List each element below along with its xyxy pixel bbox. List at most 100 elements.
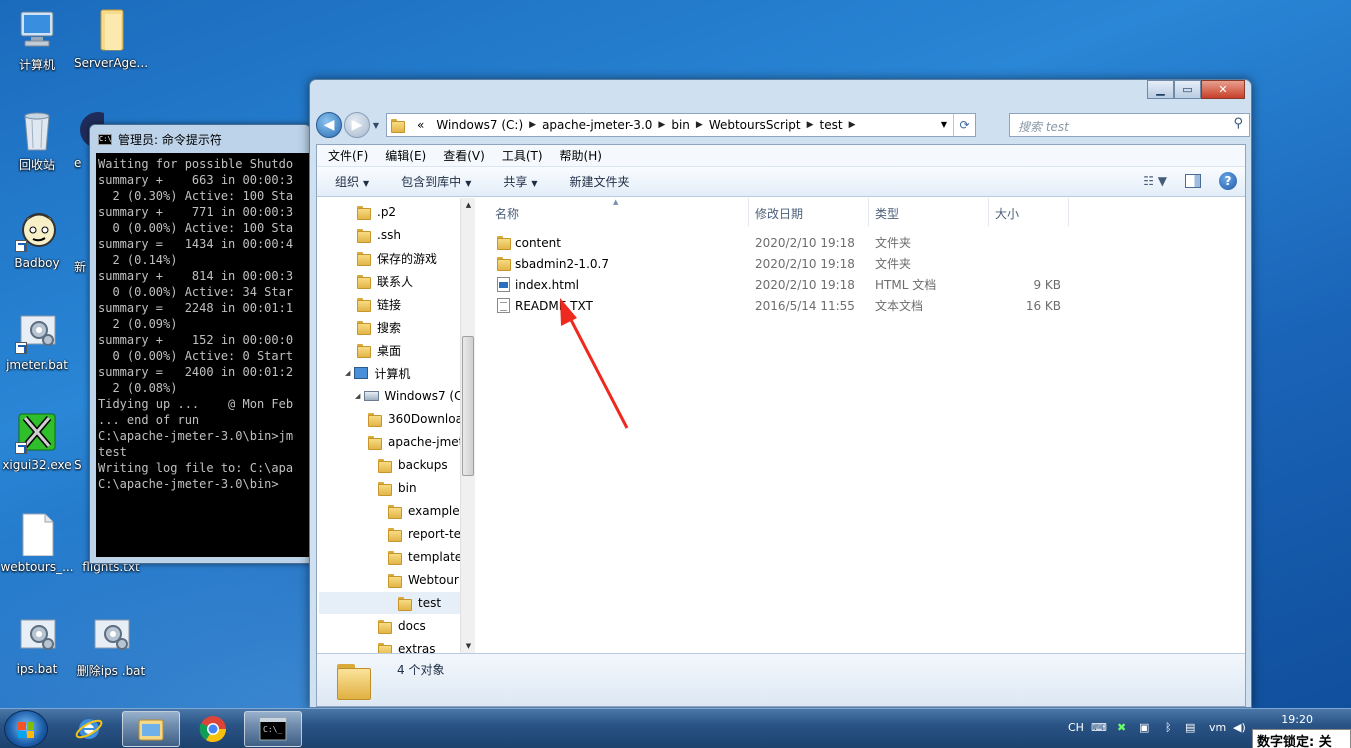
breadcrumb-overflow[interactable]: « [417, 118, 424, 132]
desktop-icon-serveragent[interactable]: ServerAge... [74, 8, 148, 70]
column-header-size[interactable]: 大小 [989, 198, 1069, 226]
column-header-name[interactable]: 名称 ▲ [477, 198, 749, 226]
tree-item-examples[interactable]: example [388, 500, 460, 522]
file-row[interactable]: index.html 2020/2/10 19:18 HTML 文档 9 KB [487, 274, 1067, 295]
menu-tools[interactable]: 工具(T) [491, 147, 549, 164]
clock-time[interactable]: 19:20 [1281, 713, 1313, 726]
start-button[interactable] [4, 710, 48, 748]
breadcrumb-drive[interactable]: Windows7 (C:) [436, 118, 523, 132]
menu-edit[interactable]: 编辑(E) [374, 147, 432, 164]
chevron-right-icon[interactable]: ▶ [529, 120, 536, 130]
clipboard-icon[interactable]: ▣ [1139, 721, 1149, 734]
breadcrumb-test[interactable]: test [820, 118, 843, 132]
file-row[interactable]: content 2020/2/10 19:18 文件夹 [487, 232, 1067, 253]
explorer-window[interactable]: ▁ ▭ ✕ ◀ ▶ ▼ « Windows7 (C:) ▶ apache-jme… [309, 79, 1252, 708]
desktop-icon-delete-ips-bat[interactable]: 删除ips .bat [74, 614, 148, 679]
input-language[interactable]: CH [1068, 721, 1084, 734]
tree-item-bin[interactable]: bin [378, 477, 417, 499]
tree-item-computer[interactable]: ◢ 计算机 [345, 362, 410, 384]
menu-view[interactable]: 查看(V) [432, 147, 491, 164]
new-folder-button[interactable]: 新建文件夹 [552, 173, 644, 190]
desktop-icon-computer[interactable]: 计算机 [0, 8, 74, 73]
address-dropdown[interactable]: ▼ [935, 114, 953, 136]
desktop-icon-webtours[interactable]: webtours_... [0, 512, 74, 574]
tree-item-links[interactable]: 链接 [357, 293, 401, 315]
tree-item-p2[interactable]: .p2 [357, 201, 396, 223]
tree-item-apache-jmeter[interactable]: apache-jmet [368, 431, 463, 453]
recent-pages-dropdown[interactable]: ▼ [370, 121, 382, 130]
cmd-titlebar[interactable]: C:\ 管理员: 命令提示符 [90, 125, 310, 153]
taskbar-explorer[interactable] [122, 711, 180, 747]
keyboard-icon[interactable]: ⌨ [1091, 721, 1107, 734]
menu-help[interactable]: 帮助(H) [549, 147, 608, 164]
tree-item-searches[interactable]: 搜索 [357, 316, 401, 338]
desktop-icon-jmeter-bat[interactable]: jmeter.bat [0, 310, 74, 372]
file-list[interactable]: 名称 ▲ 修改日期 类型 大小 content 2020/2/10 19:18 … [477, 198, 1245, 653]
refresh-icon[interactable]: ⟳ [953, 114, 975, 136]
menu-file[interactable]: 文件(F) [317, 147, 374, 164]
organize-button[interactable]: 组织 ▼ [317, 173, 383, 190]
expand-arrow-icon[interactable]: ◢ [345, 369, 350, 377]
tree-item-backups[interactable]: backups [378, 454, 448, 476]
scroll-up-arrow-icon[interactable]: ▲ [461, 198, 476, 212]
cmd-window[interactable]: C:\ 管理员: 命令提示符 Waiting for possible Shut… [89, 124, 311, 564]
tree-item-drive-c[interactable]: ◢ Windows7 (C: [355, 385, 467, 407]
search-icon[interactable]: ⚲ [1233, 116, 1243, 131]
xigui-tray-icon[interactable]: ✖ [1117, 721, 1126, 734]
bluetooth-icon[interactable]: ᛒ [1165, 721, 1172, 734]
search-input[interactable]: 搜索 test ⚲ [1009, 113, 1250, 137]
maximize-button[interactable]: ▭ [1174, 80, 1201, 99]
folder-icon [391, 118, 405, 133]
minimize-button[interactable]: ▁ [1147, 80, 1174, 99]
tree-item-report-template[interactable]: report-te [388, 523, 461, 545]
preview-pane-icon[interactable] [1185, 174, 1201, 188]
back-button[interactable]: ◀ [316, 112, 342, 138]
tree-item-contacts[interactable]: 联系人 [357, 270, 413, 292]
tree-item-extras[interactable]: extras [378, 638, 436, 653]
taskbar-chrome[interactable] [184, 711, 242, 747]
tree-item-docs[interactable]: docs [378, 615, 426, 637]
close-button[interactable]: ✕ [1201, 80, 1245, 99]
html-file-icon [497, 277, 511, 292]
network-icon[interactable]: ▤ [1185, 721, 1195, 734]
desktop-icon-xigui32[interactable]: xigui32.exe [0, 410, 74, 472]
navigation-pane[interactable]: .p2 .ssh 保存的游戏 联系人 链接 搜索 桌面 ◢ 计算机 ◢ Window… [317, 198, 475, 653]
address-bar[interactable]: « Windows7 (C:) ▶ apache-jmeter-3.0 ▶ bi… [386, 113, 976, 137]
breadcrumb-bin[interactable]: bin [671, 118, 690, 132]
column-header-type[interactable]: 类型 [869, 198, 989, 226]
share-button[interactable]: 共享 ▼ [485, 173, 551, 190]
expand-arrow-icon[interactable]: ◢ [355, 392, 360, 400]
chevron-right-icon[interactable]: ▶ [849, 120, 856, 130]
volume-icon[interactable]: ◀) [1233, 721, 1246, 734]
tree-item-test[interactable]: test [319, 592, 460, 614]
chevron-right-icon[interactable]: ▶ [696, 120, 703, 130]
column-header-date[interactable]: 修改日期 [749, 198, 869, 226]
tree-item-saved-games[interactable]: 保存的游戏 [357, 247, 437, 269]
include-in-library-button[interactable]: 包含到库中 ▼ [383, 173, 485, 190]
tree-item-webtoursscript[interactable]: Webtour [388, 569, 459, 591]
cmd-output[interactable]: Waiting for possible Shutdo summary + 66… [96, 153, 310, 557]
tree-item-desktop[interactable]: 桌面 [357, 339, 401, 361]
tree-item-ssh[interactable]: .ssh [357, 224, 401, 246]
search-placeholder: 搜索 test [1018, 120, 1069, 134]
file-row[interactable]: README.TXT 2016/5/14 11:55 文本文档 16 KB [487, 295, 1067, 316]
taskbar-ie[interactable] [60, 711, 118, 747]
tree-item-360download[interactable]: 360Downloa [368, 408, 463, 430]
view-options-icon[interactable]: ☷ ▼ [1143, 174, 1167, 188]
desktop-icon-recycle-bin[interactable]: 回收站 [0, 108, 74, 173]
chevron-right-icon[interactable]: ▶ [807, 120, 814, 130]
nav-scrollbar[interactable]: ▲ ▼ [460, 198, 475, 653]
taskbar-cmd[interactable]: C:\_ [244, 711, 302, 747]
scroll-down-arrow-icon[interactable]: ▼ [461, 639, 476, 653]
breadcrumb-jmeter[interactable]: apache-jmeter-3.0 [542, 118, 652, 132]
scroll-thumb[interactable] [462, 336, 474, 476]
vmware-icon[interactable]: vm [1209, 721, 1226, 734]
forward-button[interactable]: ▶ [344, 112, 370, 138]
help-icon[interactable]: ? [1219, 172, 1237, 190]
desktop-icon-ips-bat[interactable]: ips.bat [0, 614, 74, 676]
chevron-right-icon[interactable]: ▶ [658, 120, 665, 130]
tree-item-templates[interactable]: template [388, 546, 462, 568]
desktop-icon-badboy[interactable]: Badboy [0, 208, 74, 270]
file-row[interactable]: sbadmin2-1.0.7 2020/2/10 19:18 文件夹 [487, 253, 1067, 274]
breadcrumb-webtoursscript[interactable]: WebtoursScript [709, 118, 801, 132]
